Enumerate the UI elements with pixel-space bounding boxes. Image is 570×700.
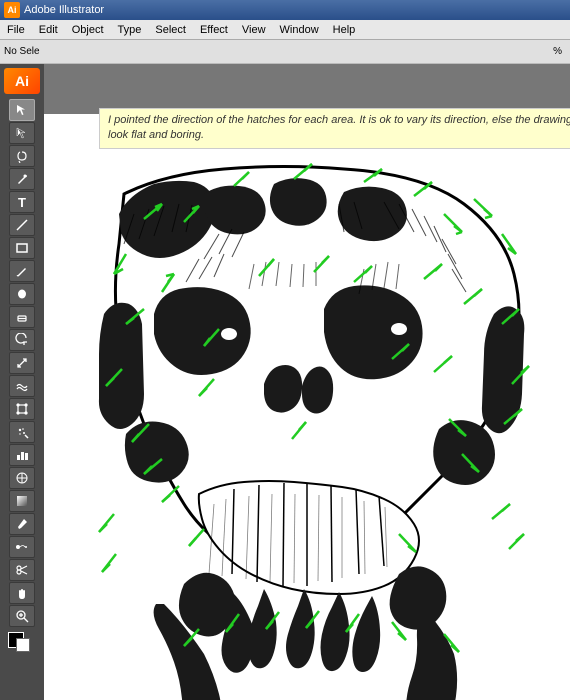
menu-select[interactable]: Select [148, 22, 193, 38]
blend-tool[interactable] [9, 536, 35, 558]
toolbar: Ai T [0, 64, 44, 700]
zoom-tool[interactable] [9, 605, 35, 627]
no-select-label: No Sele [4, 46, 40, 57]
app-title: Adobe Illustrator [24, 4, 104, 16]
canvas [44, 114, 570, 700]
eyedropper-tool[interactable] [9, 513, 35, 535]
tooltip-bar: I pointed the direction of the hatches f… [99, 108, 570, 149]
menu-help[interactable]: Help [326, 22, 363, 38]
menu-view[interactable]: View [235, 22, 273, 38]
select-tool[interactable] [9, 99, 35, 121]
skull-artwork [44, 114, 570, 700]
menu-type[interactable]: Type [111, 22, 149, 38]
gradient-tool[interactable] [9, 490, 35, 512]
paintbrush-tool[interactable] [9, 260, 35, 282]
percent-label: % [553, 46, 562, 57]
tooltip-text: I pointed the direction of the hatches f… [108, 114, 570, 141]
main-area: Ai T [0, 64, 570, 700]
menu-window[interactable]: Window [273, 22, 326, 38]
ai-logo: Ai [4, 68, 40, 94]
mesh-tool[interactable] [9, 467, 35, 489]
scissors-tool[interactable] [9, 559, 35, 581]
rotate-tool[interactable] [9, 329, 35, 351]
free-transform-tool[interactable] [9, 398, 35, 420]
menu-edit[interactable]: Edit [32, 22, 65, 38]
warp-tool[interactable] [9, 375, 35, 397]
rectangle-tool[interactable] [9, 237, 35, 259]
line-tool[interactable] [9, 214, 35, 236]
symbol-sprayer-tool[interactable] [9, 421, 35, 443]
color-swatches[interactable] [8, 632, 36, 656]
menu-object[interactable]: Object [65, 22, 111, 38]
app-icon: Ai [4, 2, 20, 18]
menubar: File Edit Object Type Select Effect View… [0, 20, 570, 40]
scale-tool[interactable] [9, 352, 35, 374]
options-bar: No Sele % [0, 40, 570, 64]
titlebar: Ai Adobe Illustrator [0, 0, 570, 20]
canvas-area: I pointed the direction of the hatches f… [44, 64, 570, 700]
column-graph-tool[interactable] [9, 444, 35, 466]
blob-brush-tool[interactable] [9, 283, 35, 305]
hand-tool[interactable] [9, 582, 35, 604]
direct-select-tool[interactable] [9, 122, 35, 144]
pen-tool[interactable] [9, 168, 35, 190]
lasso-tool[interactable] [9, 145, 35, 167]
menu-effect[interactable]: Effect [193, 22, 235, 38]
menu-file[interactable]: File [0, 22, 32, 38]
type-tool[interactable]: T [9, 191, 35, 213]
eraser-tool[interactable] [9, 306, 35, 328]
